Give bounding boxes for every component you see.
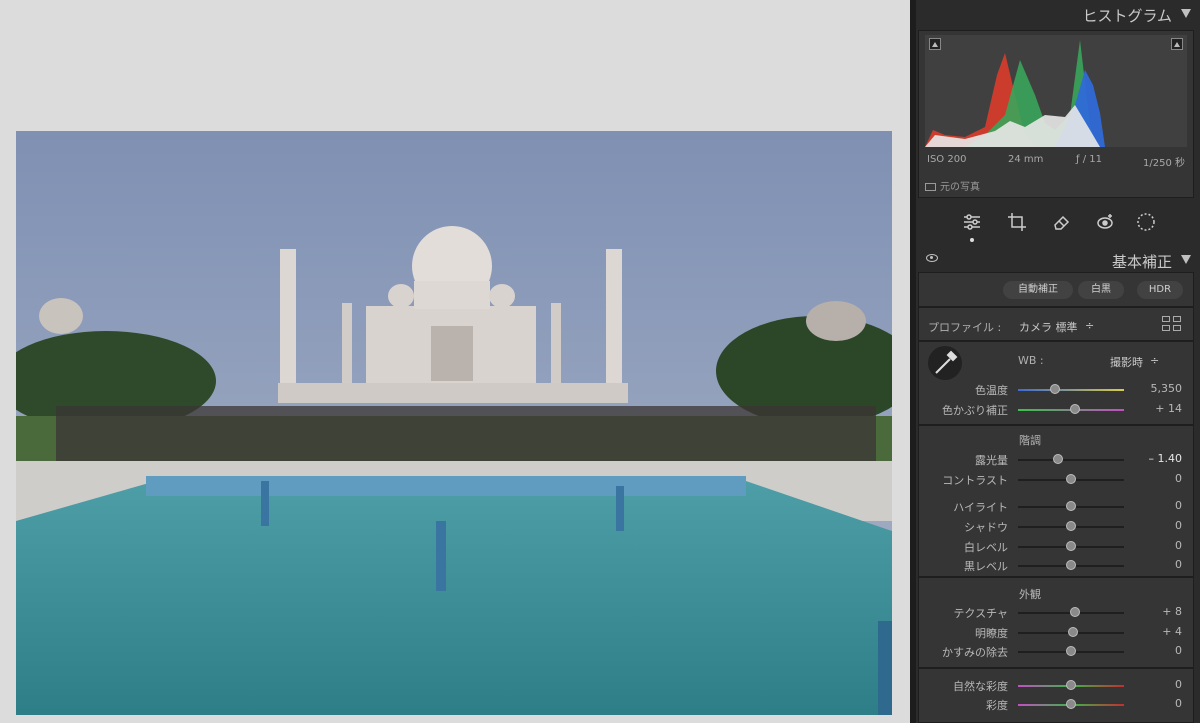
histogram-title: ヒストグラム	[1082, 7, 1172, 25]
section-divider	[918, 424, 1194, 426]
contrast-value[interactable]: 0	[1132, 472, 1182, 485]
iso-readout: ISO 200	[927, 154, 967, 165]
focal-length-readout: 24 mm	[1008, 154, 1044, 165]
section-divider	[918, 340, 1194, 342]
collapse-triangle-icon[interactable]	[1181, 9, 1191, 18]
shadows-slider-thumb[interactable]	[1066, 521, 1076, 531]
edit-sliders-icon[interactable]	[962, 212, 982, 232]
profile-dropdown[interactable]: カメラ 標準	[1019, 319, 1078, 335]
masking-icon[interactable]	[1136, 212, 1156, 232]
healing-eraser-icon[interactable]	[1052, 212, 1072, 232]
chevron-updown-icon[interactable]: ÷	[1150, 354, 1159, 367]
blacks-label: 黒レベル	[964, 560, 1008, 573]
basic-panel-header[interactable]: 基本補正	[916, 248, 1200, 272]
histogram-header[interactable]: ヒストグラム	[916, 2, 1200, 26]
temp-value[interactable]: 5,350	[1132, 382, 1183, 395]
original-photo-toggle[interactable]: 元の写真	[925, 178, 980, 193]
section-divider	[918, 576, 1194, 578]
shadows-label: シャドウ	[964, 521, 1008, 534]
dehaze-label: かすみの除去	[942, 646, 1008, 659]
dehaze-value[interactable]: 0	[1132, 644, 1182, 657]
basic-panel-title: 基本補正	[1111, 253, 1172, 271]
saturation-value[interactable]: 0	[1132, 697, 1182, 710]
active-tool-indicator	[970, 238, 974, 242]
histogram-graph[interactable]	[925, 35, 1187, 147]
shadow-clipping-icon[interactable]	[929, 38, 941, 50]
exposure-label: 露光量	[975, 454, 1008, 467]
crop-icon[interactable]	[1007, 212, 1027, 232]
whites-value[interactable]: 0	[1132, 539, 1182, 552]
shadows-value[interactable]: 0	[1132, 519, 1182, 532]
contrast-slider-thumb[interactable]	[1066, 474, 1076, 484]
section-divider	[918, 667, 1194, 669]
photo-preview[interactable]	[16, 131, 892, 715]
tone-section-title: 階調	[1019, 434, 1041, 447]
whites-label: 白レベル	[964, 541, 1008, 554]
blacks-value[interactable]: 0	[1132, 558, 1182, 571]
temp-label: 色温度	[975, 384, 1008, 397]
vibrance-label: 自然な彩度	[953, 680, 1008, 693]
checkbox-icon[interactable]	[925, 183, 936, 191]
aperture-readout: ƒ / 11	[1076, 154, 1102, 165]
exposure-slider-track[interactable]	[1018, 459, 1124, 461]
tint-label: 色かぶり補正	[942, 404, 1008, 417]
vibrance-value[interactable]: 0	[1132, 678, 1182, 691]
red-eye-icon[interactable]	[1095, 212, 1115, 232]
wb-eyedropper-icon[interactable]	[928, 346, 962, 380]
presence-section-title: 外観	[1019, 588, 1041, 601]
section-divider	[918, 306, 1194, 308]
black-white-button[interactable]: 白黒	[1078, 281, 1124, 299]
whites-slider-thumb[interactable]	[1066, 541, 1076, 551]
tool-strip	[918, 200, 1194, 244]
histogram-curves	[925, 40, 1105, 147]
saturation-label: 彩度	[986, 699, 1008, 712]
clarity-label: 明瞭度	[975, 627, 1008, 640]
profile-browser-grid-icon[interactable]	[1162, 316, 1182, 332]
chevron-updown-icon[interactable]: ÷	[1085, 319, 1094, 332]
hdr-button[interactable]: HDR	[1137, 281, 1183, 299]
visibility-eye-icon[interactable]	[926, 254, 938, 262]
exposure-value[interactable]: – 1.40	[1132, 452, 1183, 465]
highlights-label: ハイライト	[953, 501, 1008, 514]
texture-label: テクスチャ	[953, 607, 1008, 620]
wb-dropdown[interactable]: 撮影時	[1110, 354, 1143, 370]
vibrance-slider-thumb[interactable]	[1066, 680, 1076, 690]
auto-tone-button[interactable]: 自動補正	[1003, 281, 1073, 299]
highlight-clipping-icon[interactable]	[1171, 38, 1183, 50]
contrast-label: コントラスト	[942, 474, 1008, 487]
temp-slider-track[interactable]	[1018, 389, 1124, 391]
profile-label: プロファイル :	[928, 321, 1002, 334]
highlights-value[interactable]: 0	[1132, 499, 1182, 512]
tint-value[interactable]: + 14	[1132, 402, 1182, 415]
taj-mahal-photo	[16, 131, 892, 715]
clarity-value[interactable]: + 4	[1132, 625, 1182, 638]
wb-label: WB :	[1018, 354, 1044, 367]
texture-value[interactable]: + 8	[1132, 605, 1182, 618]
dehaze-slider-thumb[interactable]	[1066, 646, 1076, 656]
blacks-slider-thumb[interactable]	[1066, 560, 1076, 570]
saturation-slider-thumb[interactable]	[1066, 699, 1076, 709]
shutter-readout: 1/250 秒	[1143, 158, 1185, 169]
collapse-triangle-icon[interactable]	[1181, 255, 1191, 264]
image-canvas[interactable]	[0, 0, 910, 723]
highlights-slider-thumb[interactable]	[1066, 501, 1076, 511]
original-photo-label: 元の写真	[940, 182, 980, 193]
